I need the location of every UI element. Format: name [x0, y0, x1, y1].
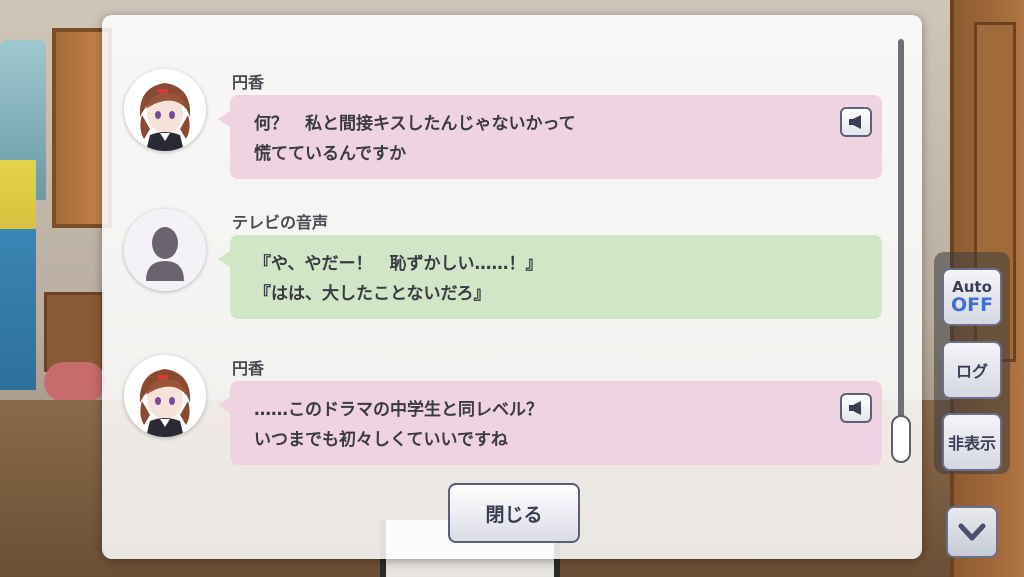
auto-label: Auto	[952, 277, 992, 296]
tv-avatar	[124, 209, 206, 291]
dialogue-line: いつまでも初々しくていいですね	[254, 430, 508, 450]
hide-ui-button[interactable]: 非表示	[942, 413, 1002, 471]
wall-poster	[0, 160, 36, 390]
dialogue-line: 何？ 私と間接キスしたんじゃないかって	[254, 114, 576, 134]
dialogue-log-modal: 円香 何？ 私と間接キスしたんじゃないかって 慌てているんですか テレビの音声 …	[102, 15, 922, 559]
dialogue-line: 慌てているんですか	[254, 144, 407, 164]
chevron-down-icon	[958, 523, 986, 541]
madoka-portrait	[124, 69, 206, 151]
auto-toggle-button[interactable]: Auto OFF	[942, 268, 1002, 326]
voice-play-button[interactable]	[840, 107, 872, 137]
dialogue-line: 『や、やだー！ 恥ずかしい……！』	[254, 254, 543, 274]
log-scrollbar-thumb[interactable]	[891, 415, 911, 463]
hide-label: 非表示	[947, 434, 996, 453]
speaker-icon	[849, 401, 861, 415]
log-label: ログ	[955, 362, 988, 381]
log-button[interactable]: ログ	[942, 341, 1002, 399]
speaker-name: 円香	[232, 73, 265, 92]
dialogue-bubble: ……このドラマの中学生と同レベル？ いつまでも初々しくていいですね	[218, 381, 882, 465]
madoka-avatar	[124, 69, 206, 151]
speaker-icon	[849, 115, 861, 129]
dialogue-line: 『はは、大したことないだろ』	[254, 284, 491, 304]
madoka-avatar	[124, 355, 206, 437]
dialogue-bubble: 『や、やだー！ 恥ずかしい……！』 『はは、大したことないだろ』	[218, 235, 882, 319]
speaker-name: テレビの音声	[232, 213, 329, 232]
close-button[interactable]: 閉じる	[448, 483, 580, 543]
silhouette-icon	[124, 209, 206, 291]
log-scrollbar-track[interactable]	[898, 39, 904, 459]
voice-play-button[interactable]	[840, 393, 872, 423]
dialogue-line: ……このドラマの中学生と同レベル？	[254, 400, 543, 420]
dialogue-bubble: 何？ 私と間接キスしたんじゃないかって 慌てているんですか	[218, 95, 882, 179]
bookshelf	[44, 292, 104, 372]
round-stool	[44, 362, 106, 402]
madoka-portrait	[124, 355, 206, 437]
speaker-name: 円香	[232, 359, 265, 378]
next-button[interactable]	[946, 506, 998, 558]
auto-state: OFF	[950, 293, 994, 316]
